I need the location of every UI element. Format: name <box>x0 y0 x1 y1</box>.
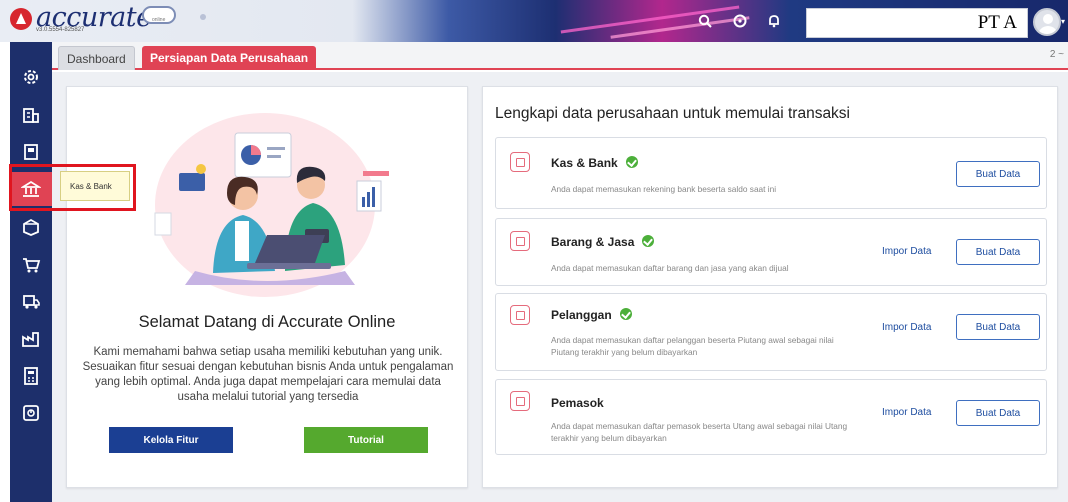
sidebar-item-settings[interactable] <box>10 60 52 94</box>
welcome-card: Selamat Datang di Accurate Online Kami m… <box>66 86 468 488</box>
setup-row-customers: Pelanggan Anda dapat memasukan daftar pe… <box>495 293 1047 371</box>
setup-row-desc: Anda dapat memasukan rekening bank beser… <box>551 184 777 194</box>
tab-bar: Dashboard Persiapan Data Perusahaan 2 ~ <box>52 42 1068 70</box>
calculator-icon <box>24 367 38 385</box>
bank-icon <box>510 152 530 172</box>
setup-row-title-items-services: Barang & Jasa <box>551 235 655 249</box>
import-data-link[interactable]: Impor Data <box>882 246 931 257</box>
gear-icon <box>24 70 38 84</box>
row-title-text: Kas & Bank <box>551 156 618 170</box>
box-icon <box>510 231 530 251</box>
manage-features-button[interactable]: Kelola Fitur <box>109 427 233 453</box>
supplier-icon <box>510 391 530 411</box>
company-name: PT A <box>977 12 1017 33</box>
setup-row-title-suppliers: Pemasok <box>551 396 604 410</box>
app-version: v3.0.5554-825827 <box>36 27 85 33</box>
avatar[interactable] <box>1033 8 1061 36</box>
dot-icon <box>200 14 206 20</box>
setup-row-desc: Anda dapat memasukan daftar pemasok bese… <box>551 421 848 443</box>
sidebar <box>10 42 52 502</box>
truck-icon <box>23 295 40 309</box>
box-icon <box>23 218 39 236</box>
logo-mark-icon <box>10 8 32 30</box>
customer-icon <box>510 305 530 325</box>
cart-icon <box>23 258 41 273</box>
row-title-text: Barang & Jasa <box>551 235 635 249</box>
welcome-title: Selamat Datang di Accurate Online <box>138 313 396 331</box>
tab-dashboard[interactable]: Dashboard <box>58 46 135 70</box>
setup-row-cash-bank: Kas & Bank Anda dapat memasukan rekening… <box>495 137 1047 209</box>
sidebar-item-company[interactable] <box>10 98 52 132</box>
sidebar-item-accounting[interactable] <box>10 359 52 393</box>
create-data-button[interactable]: Buat Data <box>956 161 1040 187</box>
setup-row-title-cash-bank: Kas & Bank <box>551 156 638 170</box>
top-bar: accurate v3.0.5554-825827 online PT A ▾ <box>0 0 1068 42</box>
setup-row-items-services: Barang & Jasa Anda dapat memasukan dafta… <box>495 218 1047 286</box>
building-icon <box>23 108 39 123</box>
logo-subtext: online <box>152 17 166 23</box>
help-icon[interactable] <box>730 11 750 31</box>
sidebar-item-inventory[interactable] <box>10 210 52 244</box>
chevron-down-icon[interactable]: ▾ <box>1061 17 1065 26</box>
tab-counter[interactable]: 2 ~ <box>1050 49 1064 60</box>
bell-icon[interactable] <box>764 11 784 31</box>
search-icon[interactable] <box>695 11 715 31</box>
sidebar-item-manufacture[interactable] <box>10 322 52 356</box>
setup-row-desc: Anda dapat memasukan daftar barang dan j… <box>551 263 789 273</box>
setup-panel: Lengkapi data perusahaan untuk memulai t… <box>482 86 1058 488</box>
sidebar-item-purchase[interactable] <box>10 285 52 319</box>
setup-panel-title: Lengkapi data perusahaan untuk memulai t… <box>495 105 851 122</box>
create-data-button[interactable]: Buat Data <box>956 239 1040 265</box>
sidebar-item-sales[interactable] <box>10 248 52 282</box>
create-data-button[interactable]: Buat Data <box>956 314 1040 340</box>
company-selector[interactable]: PT A <box>806 8 1028 38</box>
welcome-description: Kami memahami bahwa setiap usaha memilik… <box>82 346 454 403</box>
setup-row-suppliers: Pemasok Anda dapat memasukan daftar pema… <box>495 379 1047 455</box>
check-icon <box>642 235 655 247</box>
check-icon <box>625 156 638 168</box>
tab-company-setup[interactable]: Persiapan Data Perusahaan <box>142 46 317 70</box>
sidebar-item-reports[interactable] <box>10 396 52 430</box>
welcome-illustration <box>154 113 389 297</box>
tutorial-button[interactable]: Tutorial <box>304 427 428 453</box>
report-icon <box>23 405 39 421</box>
create-data-button[interactable]: Buat Data <box>956 400 1040 426</box>
factory-icon <box>22 332 39 347</box>
import-data-link[interactable]: Impor Data <box>882 322 931 333</box>
setup-row-desc: Anda dapat memasukan daftar pelanggan be… <box>551 335 834 357</box>
import-data-link[interactable]: Impor Data <box>882 407 931 418</box>
book-icon <box>24 144 38 160</box>
setup-row-title-customers: Pelanggan <box>551 308 632 322</box>
row-title-text: Pelanggan <box>551 308 612 322</box>
check-icon <box>619 308 632 320</box>
annotation-highlight <box>9 164 136 211</box>
